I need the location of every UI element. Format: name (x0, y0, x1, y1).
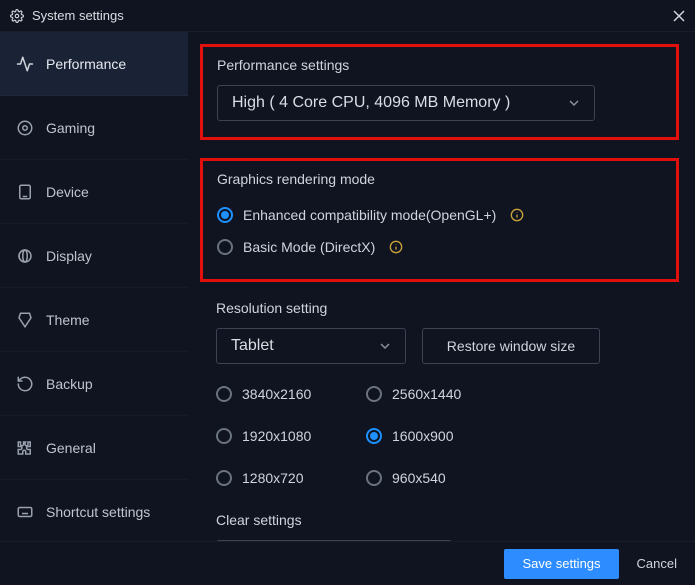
clear-title: Clear settings (216, 512, 671, 528)
keyboard-icon (16, 503, 34, 521)
activity-icon (16, 55, 34, 73)
sidebar-item-label: Device (46, 184, 89, 200)
cancel-button[interactable]: Cancel (637, 556, 677, 571)
restore-window-button[interactable]: Restore window size (422, 328, 600, 364)
resolution-option-1920x1080[interactable]: 1920x1080 (216, 420, 366, 452)
chevron-down-icon (568, 97, 580, 109)
resolution-option-2560x1440[interactable]: 2560x1440 (366, 378, 516, 410)
sidebar-item-label: Shortcut settings (46, 504, 150, 520)
sidebar-item-label: Gaming (46, 120, 95, 136)
sidebar-item-shortcut[interactable]: Shortcut settings (0, 480, 188, 544)
sidebar-item-device[interactable]: Device (0, 160, 188, 224)
resolution-option-1600x900[interactable]: 1600x900 (366, 420, 516, 452)
button-label: Restore window size (447, 338, 575, 354)
radio-label: 2560x1440 (392, 386, 461, 402)
sidebar-item-display[interactable]: Display (0, 224, 188, 288)
sidebar-item-label: General (46, 440, 96, 456)
radio-label: Enhanced compatibility mode(OpenGL+) (243, 207, 496, 223)
graphics-group: Graphics rendering mode Enhanced compati… (200, 158, 679, 282)
gear-icon (10, 9, 24, 23)
radio-label: 1600x900 (392, 428, 454, 444)
info-icon[interactable] (510, 208, 524, 222)
sidebar-item-gaming[interactable]: Gaming (0, 96, 188, 160)
sidebar: Performance Gaming Device Display Theme (0, 32, 188, 541)
sidebar-item-label: Backup (46, 376, 93, 392)
theme-icon (16, 311, 34, 329)
resolution-option-3840x2160[interactable]: 3840x2160 (216, 378, 366, 410)
titlebar: System settings (0, 0, 695, 32)
sidebar-item-theme[interactable]: Theme (0, 288, 188, 352)
resolution-option-1280x720[interactable]: 1280x720 (216, 462, 366, 494)
performance-title: Performance settings (217, 57, 662, 73)
radio-icon (216, 470, 232, 486)
chevron-down-icon (379, 340, 391, 352)
main-panel: Performance settings High ( 4 Core CPU, … (188, 32, 695, 541)
button-label: Cancel (637, 556, 677, 571)
graphics-option-opengl[interactable]: Enhanced compatibility mode(OpenGL+) (217, 199, 662, 231)
close-icon[interactable] (673, 10, 685, 22)
device-icon (16, 183, 34, 201)
backup-icon (16, 375, 34, 393)
resolution-group: Resolution setting Tablet Restore window… (216, 300, 671, 494)
radio-icon (217, 207, 233, 223)
performance-select-value: High ( 4 Core CPU, 4096 MB Memory ) (232, 94, 510, 112)
save-button[interactable]: Save settings (504, 549, 618, 579)
radio-label: 1280x720 (242, 470, 304, 486)
performance-select[interactable]: High ( 4 Core CPU, 4096 MB Memory ) (217, 85, 595, 121)
sidebar-item-label: Theme (46, 312, 90, 328)
graphics-option-directx[interactable]: Basic Mode (DirectX) (217, 231, 662, 263)
radio-label: 960x540 (392, 470, 446, 486)
footer: Save settings Cancel (0, 541, 695, 585)
radio-icon (366, 386, 382, 402)
radio-icon (366, 428, 382, 444)
sidebar-item-general[interactable]: General (0, 416, 188, 480)
display-icon (16, 247, 34, 265)
radio-icon (216, 386, 232, 402)
radio-icon (366, 470, 382, 486)
radio-label: 3840x2160 (242, 386, 311, 402)
radio-label: 1920x1080 (242, 428, 311, 444)
radio-icon (217, 239, 233, 255)
gamepad-icon (16, 119, 34, 137)
info-icon[interactable] (389, 240, 403, 254)
resolution-select-value: Tablet (231, 337, 274, 355)
clear-group: Clear settings Reset desktop Clear Googl… (216, 512, 671, 541)
resolution-option-960x540[interactable]: 960x540 (366, 462, 516, 494)
sidebar-item-backup[interactable]: Backup (0, 352, 188, 416)
puzzle-icon (16, 439, 34, 457)
performance-group: Performance settings High ( 4 Core CPU, … (200, 44, 679, 140)
sidebar-item-performance[interactable]: Performance (0, 32, 188, 96)
sidebar-item-label: Display (46, 248, 92, 264)
radio-icon (216, 428, 232, 444)
radio-label: Basic Mode (DirectX) (243, 239, 375, 255)
sidebar-item-label: Performance (46, 56, 126, 72)
resolution-title: Resolution setting (216, 300, 671, 316)
window-title: System settings (32, 8, 124, 23)
graphics-title: Graphics rendering mode (217, 171, 662, 187)
button-label: Save settings (522, 556, 600, 571)
resolution-select[interactable]: Tablet (216, 328, 406, 364)
